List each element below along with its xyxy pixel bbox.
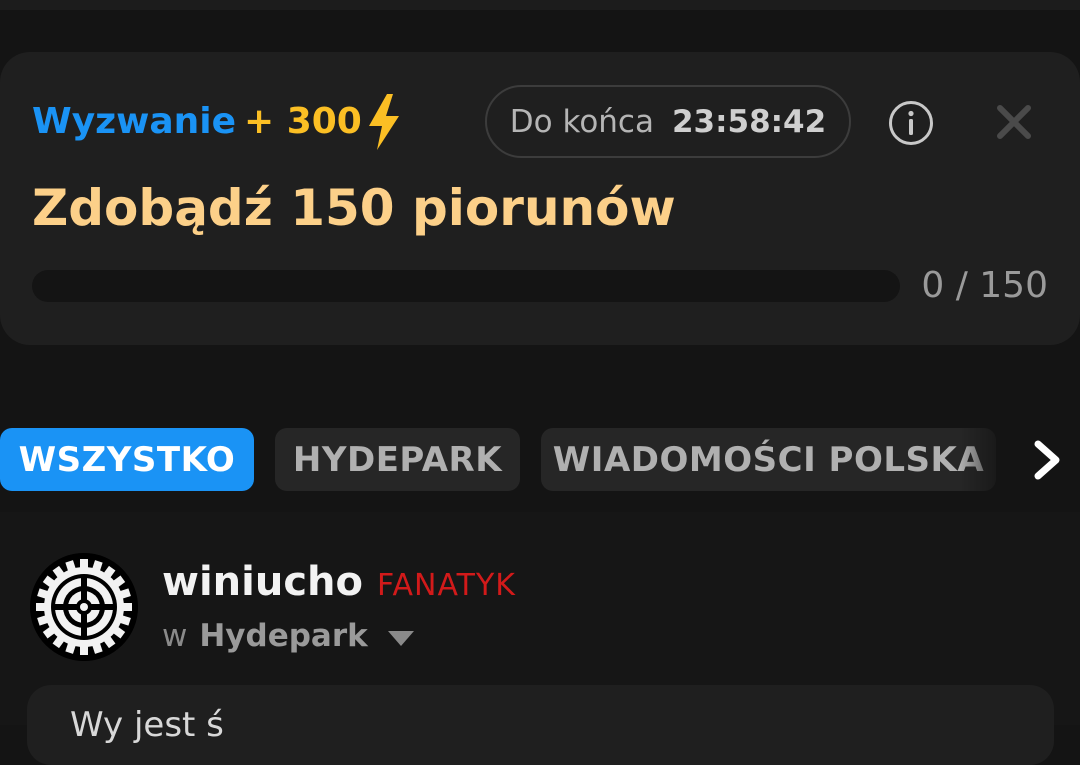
post-community[interactable]: w Hydepark (162, 614, 414, 658)
close-icon[interactable] (996, 104, 1032, 140)
post-username[interactable]: winiucho (162, 556, 363, 608)
tab-wszystko[interactable]: WSZYSTKO (0, 428, 254, 491)
community-prefix: w (162, 618, 188, 654)
gear-tooth (120, 603, 132, 611)
challenge-progress-text: 0 / 150 (921, 265, 1048, 306)
gear-tooth (80, 559, 88, 571)
gear-tooth (80, 643, 88, 655)
gear-tooth (36, 603, 48, 611)
info-icon[interactable] (888, 100, 934, 146)
top-strip (0, 0, 1080, 10)
avatar[interactable] (30, 553, 138, 661)
bolt-icon (369, 94, 399, 150)
timer-value: 23:58:42 (671, 103, 827, 140)
gear-icon (30, 553, 138, 661)
challenge-title: Zdobądź 150 piorunów (32, 179, 676, 237)
challenge-progress-bar (32, 270, 900, 302)
challenge-label: Wyzwanie (32, 101, 237, 142)
caret-down-icon[interactable] (387, 631, 414, 647)
timer-label: Do końca (509, 103, 654, 140)
timer-pill: Do końca 23:58:42 (485, 85, 851, 158)
community-name[interactable]: Hydepark (199, 614, 367, 658)
tab-wiadomosci-polska[interactable]: WIADOMOŚCI POLSKA (541, 428, 996, 491)
post-text: Wy jest ś (70, 705, 224, 745)
challenge-points: + 300 (244, 101, 362, 142)
tab-hydepark[interactable]: HYDEPARK (275, 428, 520, 491)
user-rank-badge: FANATYK (377, 568, 516, 603)
chevron-right-icon[interactable] (1030, 440, 1066, 480)
